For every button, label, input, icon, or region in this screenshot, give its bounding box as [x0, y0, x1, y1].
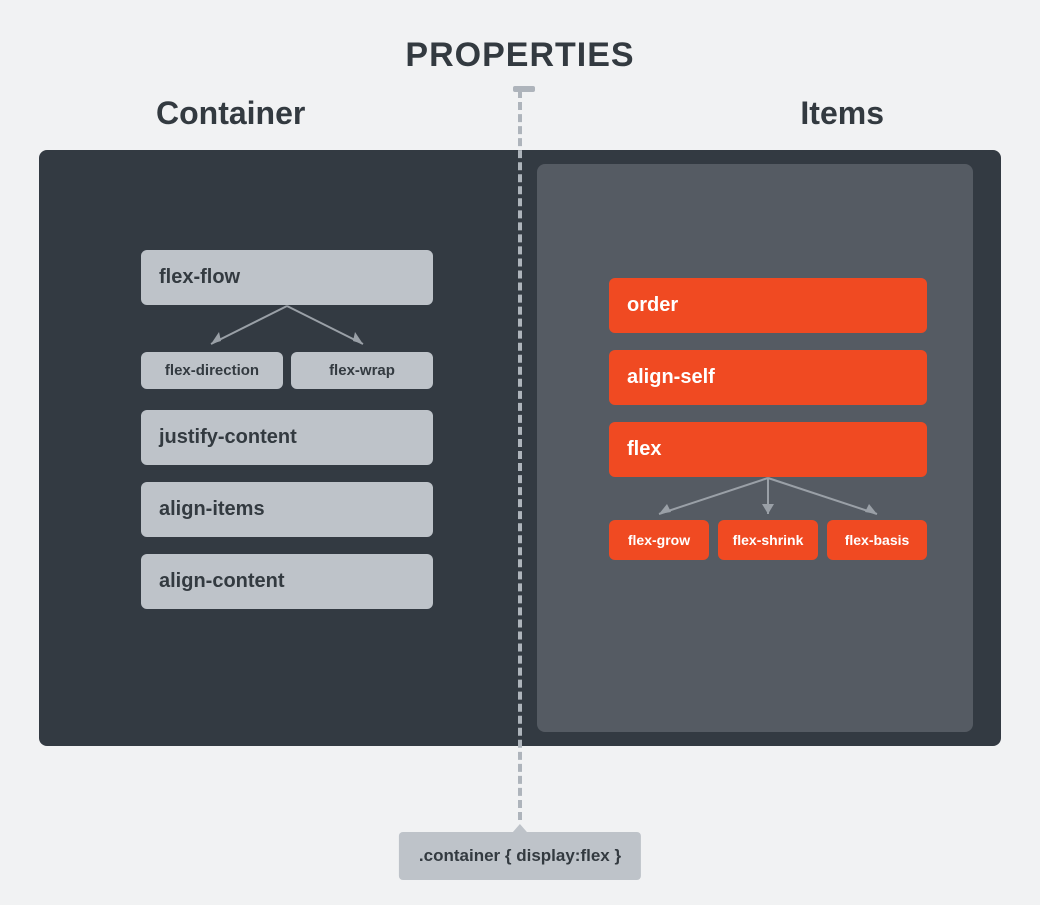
heading-container: Container — [156, 95, 305, 132]
prop-flex-wrap: flex-wrap — [291, 352, 433, 389]
prop-flex-flow: flex-flow — [141, 250, 433, 305]
prop-flex: flex — [609, 422, 927, 477]
prop-order: order — [609, 278, 927, 333]
prop-align-content: align-content — [141, 554, 433, 609]
page-title: PROPERTIES — [36, 36, 1004, 75]
prop-justify-content: justify-content — [141, 410, 433, 465]
prop-align-items: align-items — [141, 482, 433, 537]
prop-align-self: align-self — [609, 350, 927, 405]
heading-items: Items — [800, 95, 884, 132]
arrows-flex-flow — [141, 302, 433, 356]
prop-flex-shrink: flex-shrink — [718, 520, 818, 560]
prop-flex-grow: flex-grow — [609, 520, 709, 560]
footer-code: .container { display:flex } — [399, 832, 641, 880]
vertical-divider — [518, 90, 522, 820]
prop-flex-direction: flex-direction — [141, 352, 283, 389]
prop-flex-basis: flex-basis — [827, 520, 927, 560]
